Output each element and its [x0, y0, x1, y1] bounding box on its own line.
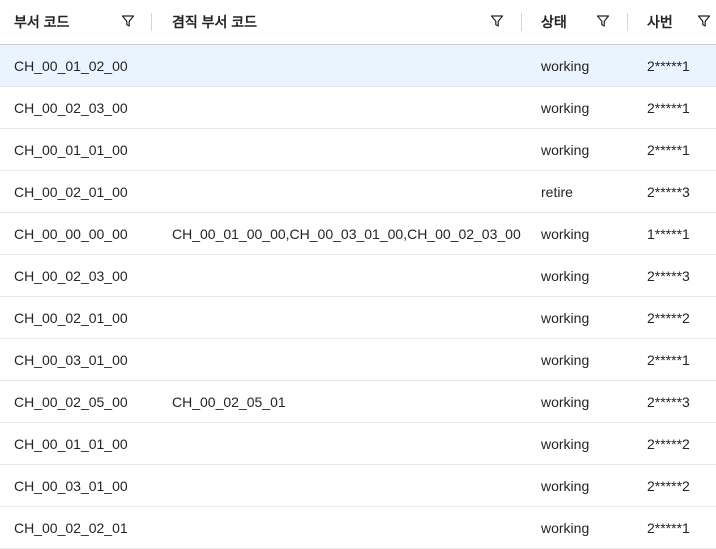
table-row[interactable]: CH_00_03_01_00 working 2*****2 — [0, 465, 716, 507]
status-cell: working — [541, 57, 590, 74]
employee-id-cell: 2*****1 — [647, 519, 690, 536]
employee-id-cell: 2*****1 — [647, 351, 690, 368]
dept-code-cell: CH_00_02_03_00 — [14, 99, 128, 116]
status-cell: working — [541, 309, 590, 326]
dept-code-cell: CH_00_00_00_00 — [14, 225, 128, 242]
filter-icon[interactable] — [596, 14, 610, 28]
status-cell: working — [541, 435, 590, 452]
filter-icon[interactable] — [121, 14, 135, 28]
employee-id-cell: 2*****1 — [647, 99, 690, 116]
dept-code-cell: CH_00_03_01_00 — [14, 477, 128, 494]
employee-id-cell: 2*****3 — [647, 267, 690, 284]
status-cell: working — [541, 477, 590, 494]
table-row[interactable]: CH_00_01_02_00 working 2*****1 — [0, 45, 716, 87]
employee-id-cell: 2*****1 — [647, 141, 690, 158]
employee-id-cell: 2*****3 — [647, 393, 690, 410]
grid-header: 부서 코드 겸직 부서 코드 상태 사번 — [0, 0, 716, 45]
employee-id-cell: 2*****2 — [647, 309, 690, 326]
table-row[interactable]: CH_00_03_01_00 working 2*****1 — [0, 339, 716, 381]
data-grid: 부서 코드 겸직 부서 코드 상태 사번 CH_00_01_02_00worki… — [0, 0, 716, 549]
status-cell: working — [541, 225, 590, 242]
filter-icon[interactable] — [490, 14, 504, 28]
dept-code-cell: CH_00_01_02_00 — [14, 57, 128, 74]
column-header-label: 상태 — [541, 14, 567, 30]
dept-code-cell: CH_00_02_02_01 — [14, 519, 128, 536]
concurrent-dept-code-cell: CH_00_01_00_00,CH_00_03_01_00,CH_00_02_0… — [172, 225, 521, 242]
status-cell: working — [541, 393, 590, 410]
table-row[interactable]: CH_00_02_01_00 retire 2*****3 — [0, 171, 716, 213]
column-header-label: 부서 코드 — [14, 14, 70, 30]
status-cell: retire — [541, 183, 573, 200]
column-header-label: 겸직 부서 코드 — [172, 14, 258, 30]
dept-code-cell: CH_00_02_01_00 — [14, 309, 128, 326]
table-row[interactable]: CH_00_00_00_00 CH_00_01_00_00,CH_00_03_01… — [0, 213, 716, 255]
dept-code-cell: CH_00_01_01_00 — [14, 141, 128, 158]
employee-id-cell: 2*****3 — [647, 183, 690, 200]
filter-icon[interactable] — [697, 14, 711, 28]
column-header-employee-id[interactable]: 사번 — [647, 0, 673, 44]
dept-code-cell: CH_00_02_05_00 — [14, 393, 128, 410]
dept-code-cell: CH_00_01_01_00 — [14, 435, 128, 452]
column-divider[interactable] — [521, 13, 522, 31]
status-cell: working — [541, 99, 590, 116]
table-row[interactable]: CH_00_02_02_01 working 2*****1 — [0, 507, 716, 549]
status-cell: working — [541, 267, 590, 284]
table-row[interactable]: CH_00_02_05_00 CH_00_02_05_01 working 2****… — [0, 381, 716, 423]
column-header-dept-code[interactable]: 부서 코드 — [14, 0, 69, 44]
column-header-status[interactable]: 상태 — [541, 0, 567, 44]
status-cell: working — [541, 141, 590, 158]
dept-code-cell: CH_00_02_01_00 — [14, 183, 128, 200]
status-cell: working — [541, 519, 590, 536]
dept-code-cell: CH_00_02_03_00 — [14, 267, 128, 284]
concurrent-dept-code-cell: CH_00_02_05_01 — [172, 393, 286, 410]
table-row[interactable]: CH_00_01_01_00 working 2*****1 — [0, 129, 716, 171]
table-row[interactable]: CH_00_02_03_00 working 2*****1 — [0, 87, 716, 129]
column-header-label: 사번 — [647, 14, 673, 30]
status-cell: working — [541, 351, 590, 368]
employee-id-cell: 2*****2 — [647, 477, 690, 494]
employee-id-cell: 1*****1 — [647, 225, 690, 242]
table-row[interactable]: CH_00_02_01_00 working 2*****2 — [0, 297, 716, 339]
column-header-concurrent-dept-code[interactable]: 겸직 부서 코드 — [172, 0, 257, 44]
employee-id-cell: 2*****1 — [647, 57, 690, 74]
employee-id-cell: 2*****2 — [647, 435, 690, 452]
table-row[interactable]: CH_00_01_01_00 working 2*****2 — [0, 423, 716, 465]
table-row[interactable]: CH_00_02_03_00 working 2*****3 — [0, 255, 716, 297]
grid-body: CH_00_01_02_00 working 2*****1 CH_00_02_03_… — [0, 45, 716, 549]
column-divider[interactable] — [151, 13, 152, 31]
column-divider[interactable] — [627, 13, 628, 31]
dept-code-cell: CH_00_03_01_00 — [14, 351, 128, 368]
